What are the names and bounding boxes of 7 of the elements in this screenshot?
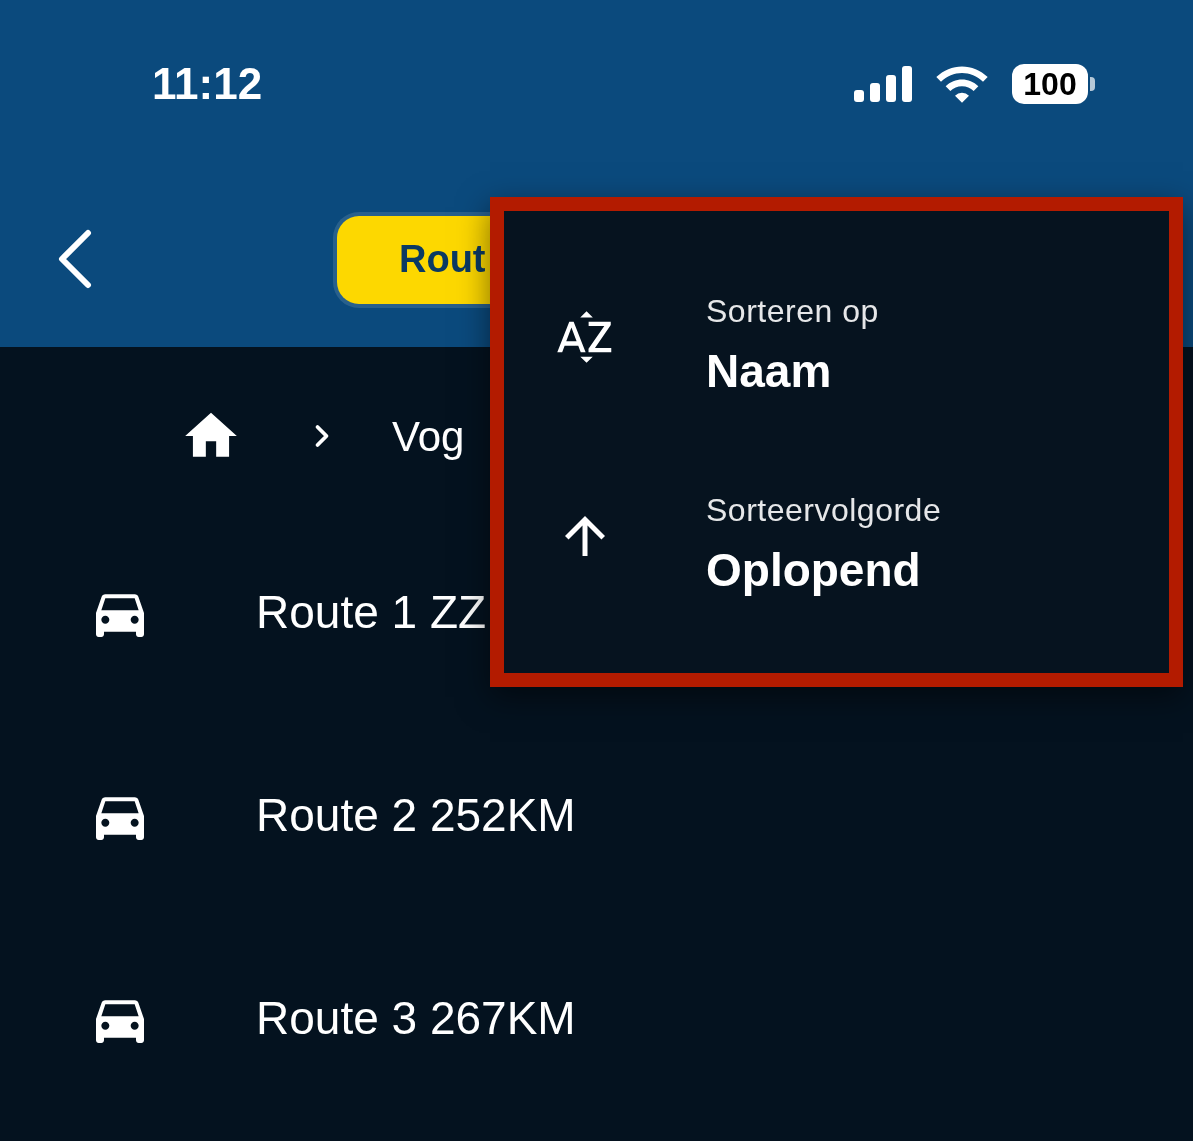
route-name: Route 2 252KM bbox=[256, 788, 576, 843]
route-name: Route 3 267KM bbox=[256, 991, 576, 1046]
route-name: Route 1 ZZ bbox=[256, 585, 487, 640]
battery-indicator: 100 bbox=[1012, 64, 1095, 104]
status-time: 11:12 bbox=[152, 58, 263, 110]
menu-item-label: Sorteervolgorde bbox=[706, 491, 942, 530]
menu-item-label: Sorteren op bbox=[706, 292, 879, 331]
